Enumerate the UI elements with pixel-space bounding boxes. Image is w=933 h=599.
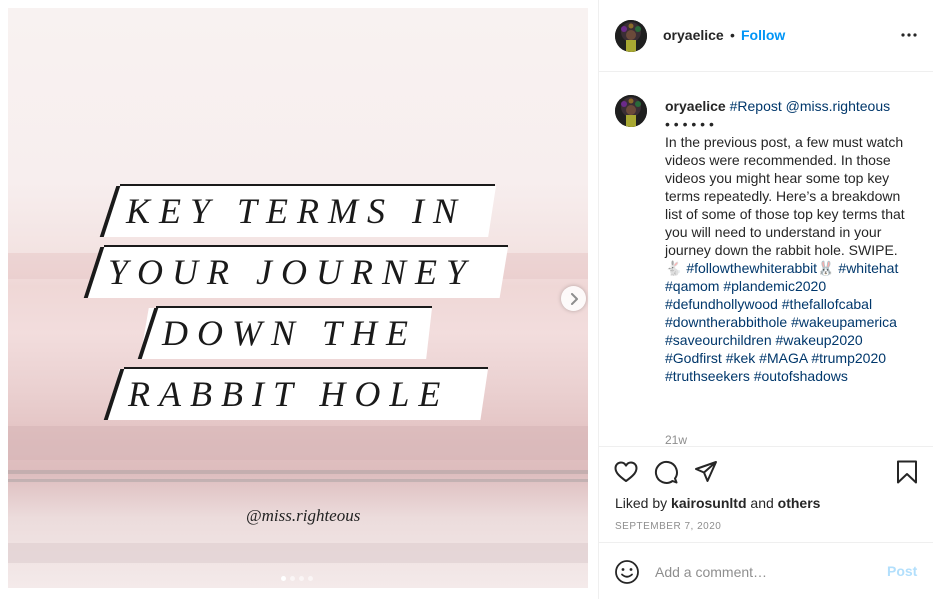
post-header: oryaelice • Follow <box>599 0 933 72</box>
caption-area[interactable]: oryaelice #Repost @miss.righteous • • • … <box>599 73 933 446</box>
hashtag-link[interactable]: #qamom <box>665 278 719 294</box>
post-comment-button[interactable]: Post <box>887 563 917 579</box>
comment-icon <box>654 460 678 484</box>
carousel-dot <box>308 576 313 581</box>
hashtag-link[interactable]: #thefallofcabal <box>782 296 872 312</box>
caption-bullets: • • • • • • <box>665 116 714 132</box>
post-actions: Liked by kairosunltd and others SEPTEMBE… <box>599 446 933 542</box>
avatar-image <box>615 95 647 127</box>
hashtag-link[interactable]: #whitehat <box>838 260 898 276</box>
more-options-button[interactable] <box>899 25 919 45</box>
emoji-button[interactable] <box>614 559 640 585</box>
carousel-dots <box>281 576 313 581</box>
post-date[interactable]: SEPTEMBER 7, 2020 <box>615 521 721 532</box>
watercolor-band <box>8 426 588 460</box>
caption-text: oryaelice #Repost @miss.righteous • • • … <box>665 97 913 385</box>
title-line-1: KEY TERMS IN <box>126 191 467 231</box>
hashtag-link[interactable]: #outofshadows <box>754 368 848 384</box>
post-photo[interactable]: KEY TERMS IN YOUR JOURNEY DOWN THE RABBI… <box>8 8 588 588</box>
hashtag-link[interactable]: #kek <box>726 350 756 366</box>
liked-others-link[interactable]: others <box>778 495 821 511</box>
chevron-right-icon <box>570 292 578 305</box>
post-media: KEY TERMS IN YOUR JOURNEY DOWN THE RABBI… <box>0 0 598 599</box>
carousel-next-button[interactable] <box>561 286 586 311</box>
hashtag-link[interactable]: #MAGA <box>759 350 807 366</box>
save-button[interactable] <box>894 459 920 485</box>
caption-avatar[interactable] <box>615 95 647 127</box>
bookmark-icon <box>897 460 917 484</box>
hashtag-link[interactable]: #truthseekers <box>665 368 750 384</box>
heart-icon <box>614 461 638 482</box>
carousel-dot <box>299 576 304 581</box>
send-icon <box>695 461 717 482</box>
hashtag-link[interactable]: #plandemic2020 <box>723 278 826 294</box>
repost-hashtag[interactable]: #Repost <box>730 98 782 114</box>
hashtag-link[interactable]: #saveourchildren <box>665 332 772 348</box>
follow-button[interactable]: Follow <box>741 27 785 43</box>
liked-user-link[interactable]: kairosunltd <box>671 495 746 511</box>
like-button[interactable] <box>613 459 639 485</box>
caption-body: In the previous post, a few must watch v… <box>665 134 905 276</box>
carousel-dot <box>281 576 286 581</box>
share-button[interactable] <box>693 459 719 485</box>
image-credit: @miss.righteous <box>246 506 361 525</box>
hashtag-link[interactable]: #downtherabbithole <box>665 314 787 330</box>
hashtag-list: #followthewhiterabbit🐰 #whitehat #qamom … <box>665 260 898 384</box>
hashtag-link[interactable]: #Godfirst <box>665 350 722 366</box>
comment-button[interactable] <box>653 459 679 485</box>
watercolor-band <box>8 543 588 563</box>
hashtag-link[interactable]: #wakeupamerica <box>791 314 897 330</box>
liked-and: and <box>750 495 774 511</box>
hashtag-link[interactable]: #defundhollywood <box>665 296 778 312</box>
comment-input[interactable] <box>655 562 875 582</box>
more-horizontal-icon <box>901 33 917 37</box>
hashtag-link[interactable]: #trump2020 <box>811 350 886 366</box>
header-separator: • <box>730 27 735 43</box>
liked-prefix: Liked by <box>615 495 668 511</box>
mention-link[interactable]: @miss.righteous <box>786 98 890 114</box>
title-line-3: DOWN THE <box>162 313 418 353</box>
post-side-panel: oryaelice • Follow oryaelice #Repost @mi… <box>598 0 933 599</box>
hashtag-link[interactable]: #wakeup2020 <box>776 332 863 348</box>
post-age[interactable]: 21w <box>665 433 687 446</box>
hashtag-link[interactable]: #followthewhiterabbit🐰 <box>686 260 834 276</box>
watercolor-band <box>8 479 588 482</box>
comment-bar: Post <box>599 542 933 599</box>
title-line-4: RABBIT HOLE <box>128 374 450 414</box>
header-username[interactable]: oryaelice <box>663 27 724 43</box>
liked-by: Liked by kairosunltd and others <box>615 495 820 511</box>
carousel-dot <box>290 576 295 581</box>
avatar[interactable] <box>615 20 647 52</box>
caption-username[interactable]: oryaelice <box>665 98 726 114</box>
avatar-image <box>615 20 647 52</box>
watercolor-band <box>8 470 588 474</box>
title-line-2: YOUR JOURNEY <box>108 252 475 292</box>
smiley-icon <box>615 560 639 584</box>
